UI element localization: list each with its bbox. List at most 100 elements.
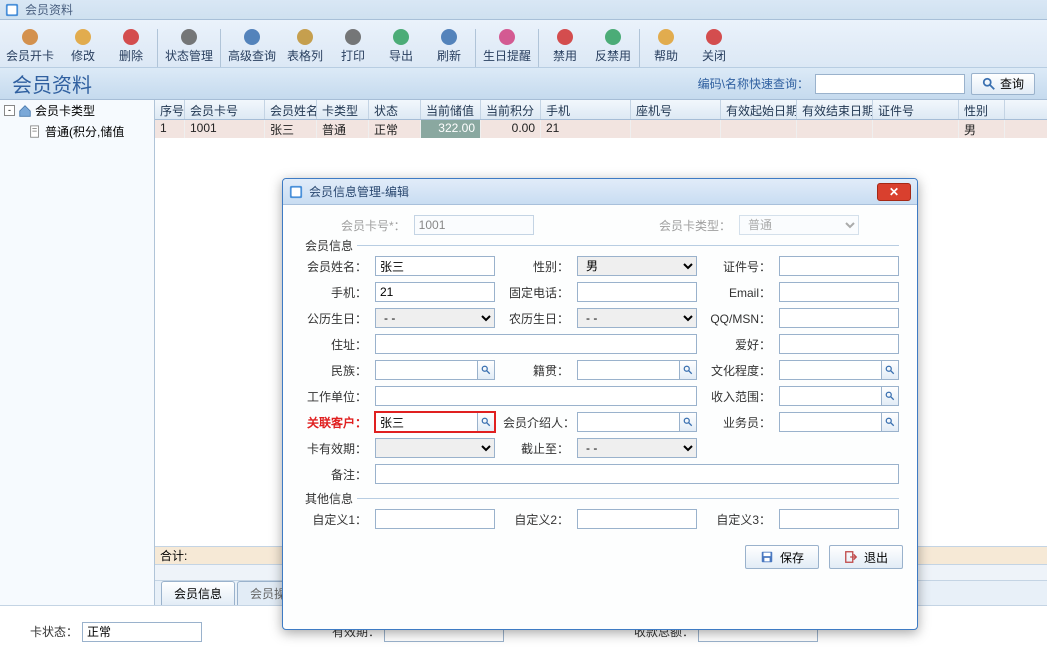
search-button[interactable]: 高级查询 [223, 23, 281, 67]
member-info-legend: 会员信息 [301, 237, 357, 254]
dialog-close-button[interactable]: ✕ [877, 183, 911, 201]
search-icon [683, 417, 693, 427]
grid-header-cell[interactable]: 性别 [959, 100, 1005, 119]
salesman-lookup-button[interactable] [881, 412, 899, 432]
card-status-field[interactable] [82, 622, 202, 642]
grid-header: 序号会员卡号会员姓名卡类型状态当前储值当前积分手机座机号有效起始日期有效结束日期… [155, 100, 1047, 120]
app-icon [289, 185, 303, 199]
print-button[interactable]: 打印 [329, 23, 377, 67]
tab-member-info[interactable]: 会员信息 [161, 581, 235, 605]
close-icon [703, 26, 725, 48]
search-icon [885, 417, 895, 427]
custom2-field[interactable] [577, 509, 697, 529]
tree-child-label: 普通(积分,储值 [45, 123, 124, 140]
quick-search-input[interactable] [815, 74, 965, 94]
edu-lookup-button[interactable] [881, 360, 899, 380]
native-lookup-button[interactable] [679, 360, 697, 380]
allow-button[interactable]: 反禁用 [589, 23, 637, 67]
grid-header-cell[interactable]: 会员卡号 [185, 100, 265, 119]
grid-header-cell[interactable]: 卡类型 [317, 100, 369, 119]
valid-select[interactable] [375, 438, 495, 458]
income-field[interactable] [779, 386, 881, 406]
hobby-field[interactable] [779, 334, 899, 354]
grid-header-cell[interactable]: 会员姓名 [265, 100, 317, 119]
card-type-label: 会员卡类型： [659, 217, 731, 234]
introducer-lookup-button[interactable] [679, 412, 697, 432]
grid-header-cell[interactable]: 手机 [541, 100, 631, 119]
until-select[interactable]: - - [577, 438, 697, 458]
grid-header-cell[interactable]: 有效结束日期 [797, 100, 873, 119]
dialog-titlebar[interactable]: 会员信息管理-编辑 ✕ [283, 179, 917, 205]
tree-expander-icon[interactable]: - [4, 105, 15, 116]
search-icon [683, 365, 693, 375]
birth-lunar-select[interactable]: - - [577, 308, 697, 328]
introducer-field[interactable] [577, 412, 679, 432]
status-button[interactable]: 状态管理 [160, 23, 218, 67]
refresh-button[interactable]: 刷新 [425, 23, 473, 67]
company-field[interactable] [375, 386, 697, 406]
close-button[interactable]: 关闭 [690, 23, 738, 67]
native-field[interactable] [577, 360, 679, 380]
grid-header-cell[interactable]: 有效起始日期 [721, 100, 797, 119]
sex-select[interactable]: 男 [577, 256, 697, 276]
grid-header-cell[interactable]: 状态 [369, 100, 421, 119]
birth-solar-select[interactable]: - - [375, 308, 495, 328]
mobile-field[interactable] [375, 282, 495, 302]
forbid-button[interactable]: 禁用 [541, 23, 589, 67]
table-row[interactable]: 11001张三普通正常322.000.0021男 [155, 120, 1047, 138]
allow-icon [602, 26, 624, 48]
quick-search: 编码\名称快速查询： 查询 [698, 73, 1035, 95]
edit-button[interactable]: 修改 [59, 23, 107, 67]
ethnic-field[interactable] [375, 360, 477, 380]
columns-button[interactable]: 表格列 [281, 23, 329, 67]
name-field[interactable] [375, 256, 495, 276]
export-button[interactable]: 导出 [377, 23, 425, 67]
tree-root[interactable]: - 会员卡类型 [0, 100, 154, 121]
quick-search-button[interactable]: 查询 [971, 73, 1035, 95]
income-lookup-button[interactable] [881, 386, 899, 406]
grid-header-cell[interactable]: 当前积分 [481, 100, 541, 119]
dialog-title: 会员信息管理-编辑 [309, 183, 877, 200]
email-field[interactable] [779, 282, 899, 302]
tel-field[interactable] [577, 282, 697, 302]
rel-customer-wrapper [375, 412, 495, 432]
idno-field[interactable] [779, 256, 899, 276]
ethnic-lookup-button[interactable] [477, 360, 495, 380]
rel-customer-label: 关联客户： [301, 414, 367, 431]
delete-button[interactable]: 删除 [107, 23, 155, 67]
rel-customer-lookup-button[interactable] [477, 412, 495, 432]
custom1-field[interactable] [375, 509, 495, 529]
grid-header-cell[interactable]: 序号 [155, 100, 185, 119]
help-icon [655, 26, 677, 48]
tree-child[interactable]: 普通(积分,储值 [0, 121, 154, 142]
save-button[interactable]: 保存 [745, 545, 819, 569]
page-header: 会员资料 编码\名称快速查询： 查询 [0, 68, 1047, 100]
qq-field[interactable] [779, 308, 899, 328]
salesman-field[interactable] [779, 412, 881, 432]
birthday-button[interactable]: 生日提醒 [478, 23, 536, 67]
card-add-button[interactable]: 会员开卡 [1, 23, 59, 67]
status-icon [178, 26, 200, 48]
search-icon [885, 365, 895, 375]
grid-header-cell[interactable]: 当前储值 [421, 100, 481, 119]
exit-button[interactable]: 退出 [829, 545, 903, 569]
address-field[interactable] [375, 334, 697, 354]
other-info-legend: 其他信息 [301, 490, 357, 507]
columns-icon [294, 26, 316, 48]
edu-field[interactable] [779, 360, 881, 380]
search-icon [481, 365, 491, 375]
print-icon [342, 26, 364, 48]
help-button[interactable]: 帮助 [642, 23, 690, 67]
tree-root-label: 会员卡类型 [35, 102, 95, 119]
birthday-icon [496, 26, 518, 48]
rel-customer-field[interactable] [375, 412, 477, 432]
search-icon [982, 77, 996, 91]
grid-header-cell[interactable]: 座机号 [631, 100, 721, 119]
edit-icon [72, 26, 94, 48]
grid-header-cell[interactable]: 证件号 [873, 100, 959, 119]
remark-field[interactable] [375, 464, 899, 484]
custom3-field[interactable] [779, 509, 899, 529]
card-no-field [414, 215, 534, 235]
app-title: 会员资料 [25, 1, 73, 18]
card-add-icon [19, 26, 41, 48]
